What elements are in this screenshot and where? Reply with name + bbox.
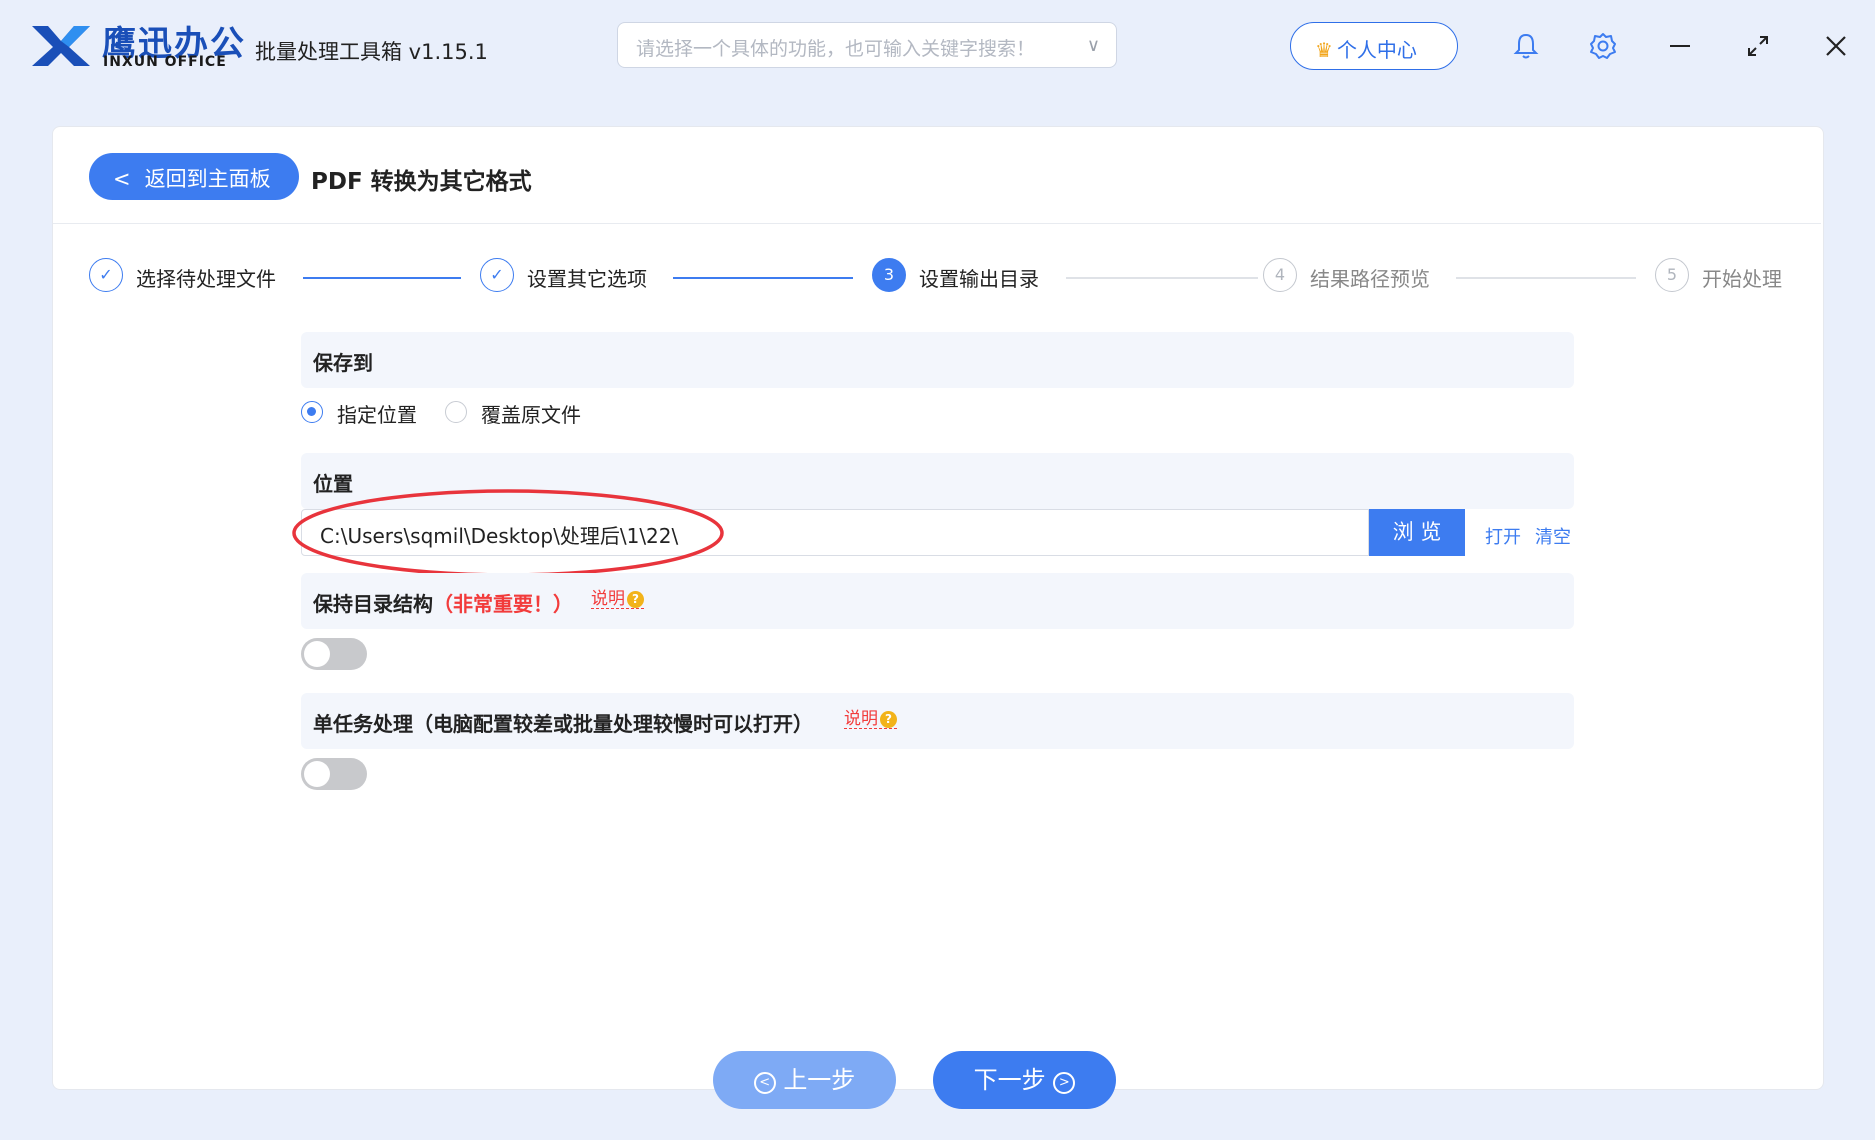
- back-to-dashboard-button[interactable]: < 返回到主面板: [89, 153, 299, 200]
- help-label: 说明: [591, 589, 625, 609]
- step-label: 选择待处理文件: [136, 267, 276, 291]
- step-label: 设置输出目录: [919, 267, 1039, 291]
- save-to-section-header: 保存到: [301, 332, 1574, 388]
- browse-button[interactable]: 浏 览: [1369, 509, 1465, 556]
- previous-step-label: 上一步: [783, 1066, 856, 1094]
- header-divider: [53, 223, 1821, 224]
- user-center-label: 个人中心: [1336, 38, 1417, 62]
- question-mark-icon: ?: [627, 591, 644, 608]
- radio-label-specified-location[interactable]: 指定位置: [337, 399, 417, 428]
- keep-structure-warning: （非常重要！）: [433, 592, 573, 616]
- save-to-heading: 保存到: [313, 351, 373, 375]
- step-label: 结果路径预览: [1310, 267, 1430, 291]
- bell-icon[interactable]: [1508, 28, 1544, 64]
- arrow-left-circle-icon: <: [753, 1072, 776, 1094]
- brand-name-en: INXUN OFFICE: [103, 54, 227, 70]
- title-bar: 鹰迅办公 INXUN OFFICE 批量处理工具箱 v1.15.1 请选择一个具…: [0, 0, 1875, 92]
- function-search-input[interactable]: 请选择一个具体的功能，也可输入关键字搜索！ ∨: [617, 22, 1117, 68]
- step-number: 3: [872, 258, 906, 292]
- back-label: 返回到主面板: [144, 167, 271, 191]
- previous-step-button[interactable]: < 上一步: [713, 1051, 896, 1109]
- gear-icon[interactable]: [1585, 28, 1621, 64]
- inxun-logo-icon: [32, 26, 90, 66]
- minimize-icon[interactable]: [1662, 28, 1698, 64]
- question-mark-icon: ?: [880, 711, 897, 728]
- keep-structure-heading: 保持目录结构（非常重要！）: [313, 588, 573, 617]
- page-title: PDF 转换为其它格式: [311, 169, 532, 195]
- keep-structure-toggle[interactable]: [301, 638, 367, 670]
- step-connector: [303, 277, 461, 279]
- keep-structure-help-link[interactable]: 说明?: [591, 590, 644, 609]
- single-task-heading: 单任务处理（电脑配置较差或批量处理较慢时可以打开）: [313, 712, 813, 736]
- step-number: 4: [1263, 258, 1297, 292]
- step-connector: [1066, 277, 1258, 279]
- keep-structure-label: 保持目录结构: [313, 592, 433, 616]
- chevron-down-icon[interactable]: ∨: [1087, 35, 1100, 56]
- arrow-right-circle-icon: >: [1053, 1072, 1076, 1094]
- chevron-left-icon: <: [113, 167, 131, 191]
- step-check-icon: ✓: [89, 258, 123, 292]
- step-connector: [1456, 277, 1636, 279]
- user-center-button[interactable]: ♛ 个人中心: [1290, 22, 1458, 70]
- single-task-section-header: 单任务处理（电脑配置较差或批量处理较慢时可以打开） 说明?: [301, 693, 1574, 749]
- keep-structure-section-header: 保持目录结构（非常重要！） 说明?: [301, 573, 1574, 629]
- maximize-icon[interactable]: [1740, 28, 1776, 64]
- search-placeholder: 请选择一个具体的功能，也可输入关键字搜索！: [636, 38, 1036, 60]
- radio-overwrite-original[interactable]: [445, 401, 467, 423]
- open-folder-link[interactable]: 打开: [1485, 523, 1521, 549]
- close-icon[interactable]: [1818, 28, 1854, 64]
- help-label: 说明: [844, 709, 878, 729]
- next-step-button[interactable]: 下一步 >: [933, 1051, 1116, 1109]
- step-label: 开始处理: [1702, 267, 1782, 291]
- single-task-help-link[interactable]: 说明?: [844, 710, 897, 729]
- radio-specified-location[interactable]: [301, 401, 323, 423]
- step-check-icon: ✓: [480, 258, 514, 292]
- radio-label-overwrite-original[interactable]: 覆盖原文件: [481, 399, 581, 428]
- clear-path-link[interactable]: 清空: [1535, 523, 1571, 549]
- step-label: 设置其它选项: [527, 267, 647, 291]
- app-title: 批量处理工具箱 v1.15.1: [255, 40, 488, 64]
- highlight-ellipse: [292, 489, 724, 577]
- step-connector: [673, 277, 853, 279]
- crown-icon: ♛: [1315, 38, 1333, 62]
- step-number: 5: [1655, 258, 1689, 292]
- next-step-label: 下一步: [973, 1066, 1046, 1094]
- single-task-toggle[interactable]: [301, 758, 367, 790]
